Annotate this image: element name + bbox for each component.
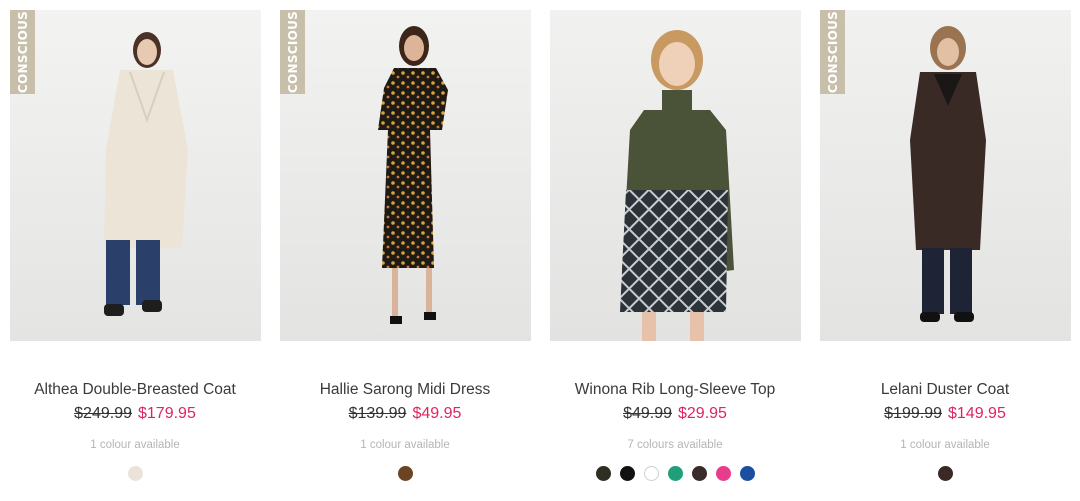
conscious-badge: CONSCIOUS bbox=[10, 10, 35, 94]
colour-count: 1 colour available bbox=[900, 439, 990, 451]
colour-swatches bbox=[540, 466, 810, 481]
colour-swatch[interactable] bbox=[127, 466, 143, 481]
original-price: $49.99 bbox=[623, 405, 672, 422]
product-grid: CONSCIOUS Althea Double-Breasted Coat $2… bbox=[0, 0, 1080, 501]
product-image[interactable] bbox=[550, 10, 801, 341]
product-name[interactable]: Lelani Duster Coat bbox=[810, 381, 1080, 399]
colour-swatches bbox=[810, 466, 1080, 481]
product-card: Winona Rib Long-Sleeve Top $49.99 $29.95 … bbox=[540, 0, 810, 501]
conscious-badge: CONSCIOUS bbox=[280, 10, 305, 94]
original-price: $249.99 bbox=[74, 405, 132, 422]
product-card: CONSCIOUS Lelani Duster Coat $199.99 $149… bbox=[810, 0, 1080, 501]
product-name[interactable]: Hallie Sarong Midi Dress bbox=[270, 381, 540, 399]
product-image[interactable] bbox=[820, 10, 1071, 341]
colour-swatch[interactable] bbox=[715, 466, 731, 481]
product-name[interactable]: Althea Double-Breasted Coat bbox=[0, 381, 270, 399]
colour-count: 1 colour available bbox=[90, 439, 180, 451]
colour-count: 7 colours available bbox=[627, 439, 723, 451]
colour-count: 1 colour available bbox=[360, 439, 450, 451]
sale-price: $179.95 bbox=[138, 405, 196, 422]
original-price: $139.99 bbox=[348, 405, 407, 422]
colour-swatch[interactable] bbox=[739, 466, 755, 481]
product-prices: $249.99 $179.95 bbox=[0, 405, 270, 423]
colour-swatch[interactable] bbox=[691, 466, 707, 481]
colour-swatch[interactable] bbox=[667, 466, 683, 481]
colour-swatches bbox=[270, 466, 540, 481]
sale-price: $49.95 bbox=[412, 405, 462, 422]
sale-price: $149.95 bbox=[948, 405, 1006, 422]
conscious-badge: CONSCIOUS bbox=[820, 10, 845, 94]
product-prices: $49.99 $29.95 bbox=[540, 405, 810, 423]
product-name[interactable]: Winona Rib Long-Sleeve Top bbox=[540, 381, 810, 399]
colour-swatch[interactable] bbox=[937, 466, 953, 481]
colour-swatch[interactable] bbox=[595, 466, 611, 481]
colour-swatches bbox=[0, 466, 270, 481]
colour-swatch[interactable] bbox=[397, 466, 413, 481]
product-card: CONSCIOUS Hallie Sarong Midi Dress $139.… bbox=[270, 0, 540, 501]
product-image[interactable] bbox=[10, 10, 261, 341]
product-image[interactable] bbox=[280, 10, 531, 341]
product-card: CONSCIOUS Althea Double-Breasted Coat $2… bbox=[0, 0, 270, 501]
colour-swatch[interactable] bbox=[643, 466, 659, 481]
sale-price: $29.95 bbox=[678, 405, 727, 422]
product-prices: $139.99 $49.95 bbox=[270, 405, 540, 423]
colour-swatch[interactable] bbox=[619, 466, 635, 481]
product-prices: $199.99 $149.95 bbox=[810, 405, 1080, 423]
original-price: $199.99 bbox=[884, 405, 942, 422]
